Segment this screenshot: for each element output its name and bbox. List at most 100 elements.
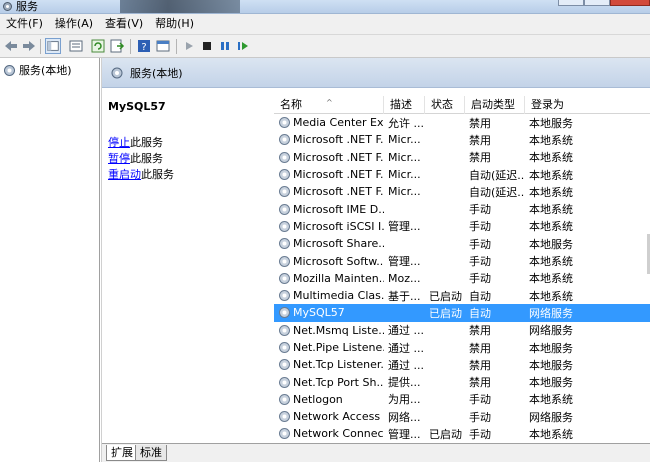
table-row[interactable]: Mozilla Mainten... Moz... 手动 本地系统 xyxy=(274,270,650,287)
column-header-name[interactable]: ^ 名称 xyxy=(274,96,384,114)
properties-icon[interactable] xyxy=(155,38,171,54)
table-row[interactable]: Network Connec... 管理... 已启动 手动 本地系统 xyxy=(274,425,650,442)
column-header-startup-type[interactable]: 启动类型 xyxy=(465,96,525,114)
cell-logon-as: 本地系统 xyxy=(529,393,573,407)
restart-service-link[interactable]: 重启动 xyxy=(108,168,141,181)
table-row[interactable]: Net.Tcp Listener... 通过 ... 禁用 本地服务 xyxy=(274,356,650,373)
cell-name: Net.Msmq Liste... xyxy=(274,324,384,337)
stop-service-link[interactable]: 停止 xyxy=(108,136,130,149)
cell-name: Microsoft .NET F... xyxy=(274,168,384,181)
column-header-status[interactable]: 状态 xyxy=(425,96,465,114)
console-tree-icon[interactable] xyxy=(45,38,61,54)
cell-logon-as: 本地服务 xyxy=(529,376,573,390)
cell-name: Microsoft .NET F... xyxy=(274,185,384,198)
cell-name: Netlogon xyxy=(274,393,384,406)
service-name-text: Microsoft IME D... xyxy=(293,202,384,216)
column-header-description[interactable]: 描述 xyxy=(384,96,425,114)
menu-action[interactable]: 操作(A) xyxy=(49,14,99,34)
service-gear-icon xyxy=(279,151,290,163)
export-list-icon[interactable] xyxy=(109,38,125,54)
service-gear-icon xyxy=(279,342,290,353)
blurred-title-region xyxy=(120,0,240,13)
cell-logon-as: 本地服务 xyxy=(529,358,573,372)
menu-file[interactable]: 文件(F) xyxy=(0,14,49,34)
restart-service-action: 重启动此服务 xyxy=(108,166,174,182)
cell-startup-type: 禁用 xyxy=(469,133,491,147)
column-header-logon-as[interactable]: 登录为 xyxy=(525,96,650,114)
restart-service-icon[interactable] xyxy=(235,38,251,54)
service-name-text: Net.Pipe Listene... xyxy=(293,341,384,354)
window-controls xyxy=(558,0,650,6)
table-row[interactable]: Net.Msmq Liste... 通过 ... 禁用 网络服务 xyxy=(274,322,650,339)
cell-startup-type: 自动 xyxy=(469,306,491,320)
table-row[interactable]: Microsoft .NET F... Micr... 自动(延迟... 本地系统 xyxy=(274,166,650,183)
forward-arrow-icon[interactable] xyxy=(21,38,37,54)
services-pane: 服务(本地) MySQL57 停止此服务 暂停此服务 重启动此服务 ^ 名称 描… xyxy=(101,58,650,462)
service-name-text: Microsoft .NET F... xyxy=(293,168,384,182)
service-gear-icon xyxy=(279,272,290,284)
pause-service-link[interactable]: 暂停 xyxy=(108,152,130,165)
cell-logon-as: 本地系统 xyxy=(529,168,573,182)
tree-item-services-local[interactable]: 服务(本地) xyxy=(3,62,72,78)
cell-logon-as: 本地系统 xyxy=(529,272,573,286)
table-row[interactable]: Network Access ... 网络... 手动 网络服务 xyxy=(274,408,650,425)
toolbar-separator xyxy=(40,39,41,54)
service-gear-icon xyxy=(279,255,290,267)
table-row[interactable]: Multimedia Clas... 基于... 已启动 自动 本地系统 xyxy=(274,287,650,304)
cell-name: Network Access ... xyxy=(274,410,384,423)
close-button[interactable] xyxy=(610,0,650,6)
table-row[interactable]: Net.Pipe Listene... 通过 ... 禁用 本地服务 xyxy=(274,339,650,356)
cell-status: 已启动 xyxy=(429,289,462,303)
tree-item-label: 服务(本地) xyxy=(19,64,72,77)
table-row[interactable]: Microsoft iSCSI I... 管理... 手动 本地系统 xyxy=(274,218,650,235)
service-gear-icon xyxy=(279,376,290,388)
service-name-text: Network Connec... xyxy=(293,427,384,441)
menu-view[interactable]: 查看(V) xyxy=(99,14,149,34)
cell-name: MySQL57 xyxy=(274,306,384,319)
maximize-button[interactable] xyxy=(584,0,610,6)
start-service-icon[interactable] xyxy=(181,38,197,54)
cell-name: Microsoft iSCSI I... xyxy=(274,220,384,233)
service-gear-icon xyxy=(279,324,290,336)
cell-logon-as: 本地服务 xyxy=(529,116,573,130)
table-row[interactable]: Microsoft .NET F... Micr... 自动(延迟... 本地系统 xyxy=(274,183,650,200)
cell-logon-as: 本地系统 xyxy=(529,255,573,269)
cell-name: Microsoft .NET F... xyxy=(274,151,384,164)
help-icon[interactable]: ? xyxy=(136,38,152,54)
refresh-icon[interactable] xyxy=(90,38,106,54)
list-view-icon[interactable] xyxy=(68,38,84,54)
tab-standard[interactable]: 标准 xyxy=(135,445,167,461)
cell-name: Microsoft IME D... xyxy=(274,203,384,216)
cell-status: 已启动 xyxy=(429,306,462,320)
cell-name: Microsoft Softw... xyxy=(274,255,384,268)
table-row[interactable]: Netlogon 为用... 手动 本地系统 xyxy=(274,391,650,408)
table-row[interactable]: Microsoft .NET F... Micr... 禁用 本地系统 xyxy=(274,149,650,166)
service-gear-icon xyxy=(279,238,290,250)
table-row[interactable]: Microsoft Share... 手动 本地服务 xyxy=(274,235,650,252)
column-header-label: 登录为 xyxy=(531,98,564,111)
service-gear-icon xyxy=(279,359,290,371)
table-row[interactable]: Media Center Ex... 允许 ... 禁用 本地服务 xyxy=(274,114,650,131)
table-row[interactable]: Microsoft Softw... 管理... 手动 本地系统 xyxy=(274,252,650,269)
column-header-label: 描述 xyxy=(390,98,412,111)
services-list: ^ 名称 描述 状态 启动类型 登录为 Media Center Ex... 允许… xyxy=(274,88,650,443)
table-row[interactable]: Microsoft .NET F... Micr... 禁用 本地系统 xyxy=(274,131,650,148)
tab-extended[interactable]: 扩展 xyxy=(106,445,138,461)
back-arrow-icon[interactable] xyxy=(3,38,19,54)
cell-startup-type: 自动(延迟... xyxy=(469,168,525,182)
cell-startup-type: 自动 xyxy=(469,289,491,303)
cell-startup-type: 禁用 xyxy=(469,324,491,338)
stop-service-icon[interactable] xyxy=(199,38,215,54)
service-name-text: Net.Tcp Listener... xyxy=(293,358,384,372)
cell-description: 管理... xyxy=(388,255,421,269)
minimize-button[interactable] xyxy=(558,0,584,6)
table-row[interactable]: MySQL57 已启动 自动 网络服务 xyxy=(274,304,650,322)
service-gear-icon xyxy=(279,220,290,232)
table-row[interactable]: Microsoft IME D... 手动 本地系统 xyxy=(274,200,650,217)
menu-help[interactable]: 帮助(H) xyxy=(149,14,200,34)
service-gear-icon xyxy=(279,290,290,302)
table-row[interactable]: Net.Tcp Port Sh... 提供... 禁用 本地服务 xyxy=(274,373,650,390)
menu-bar: 文件(F) 操作(A) 查看(V) 帮助(H) xyxy=(0,14,650,34)
service-gear-icon xyxy=(279,428,290,440)
pause-service-icon[interactable] xyxy=(217,38,233,54)
